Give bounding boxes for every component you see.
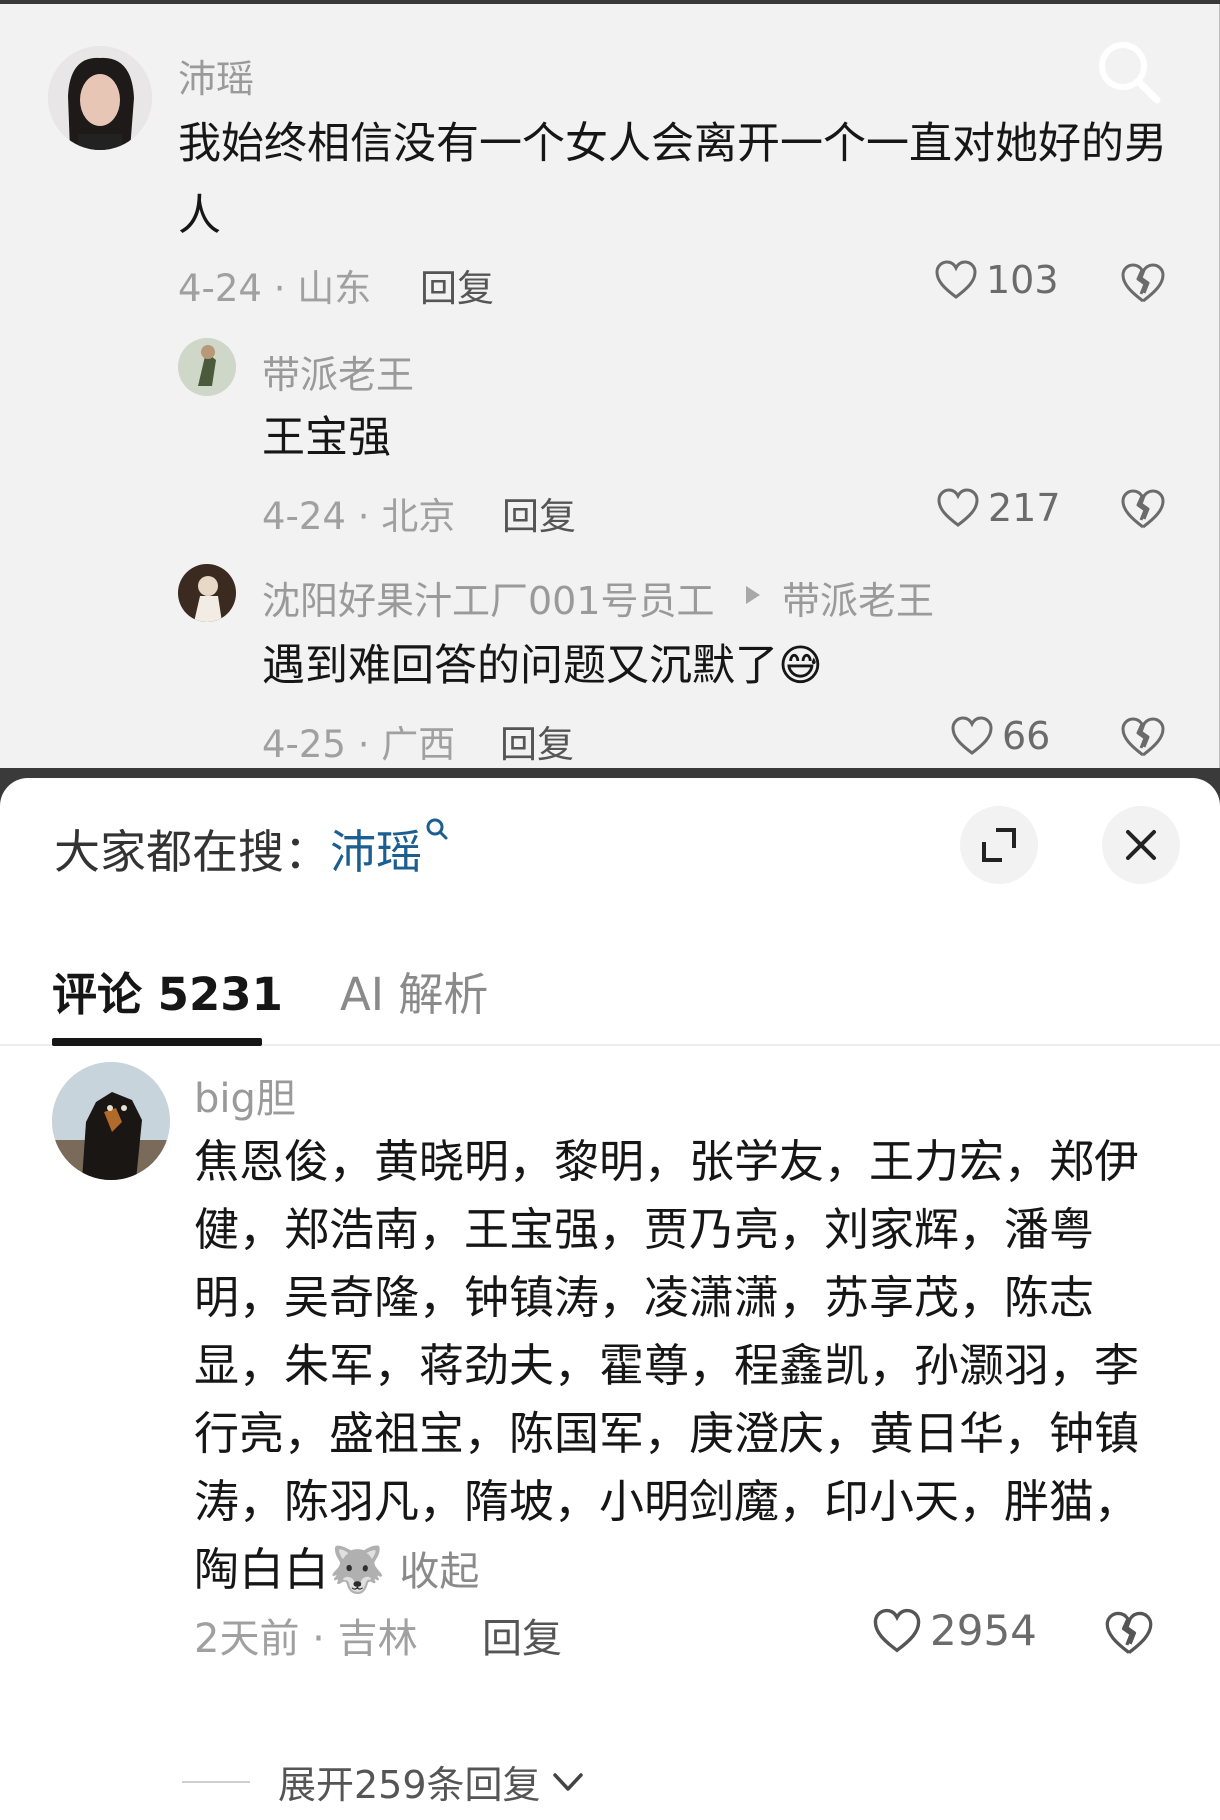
like-count: 66: [1002, 714, 1051, 758]
close-icon: [1126, 830, 1156, 860]
chevron-down-icon: [552, 1772, 583, 1791]
sweat-smile-emoji: 😅: [778, 641, 823, 691]
reply-to-username[interactable]: 带派老王: [782, 570, 934, 625]
dislike-button[interactable]: [1120, 716, 1166, 762]
heart-icon: [935, 260, 977, 299]
reply-arrow-icon: [746, 586, 760, 604]
comment-text: 焦恩俊，黄晓明，黎明，张学友，王力宏，郑伊健，郑浩南，王宝强，贾乃亮，刘家辉，潘…: [194, 1128, 1154, 1606]
tab-ai-analysis[interactable]: AI 解析: [340, 958, 488, 1023]
search-icon[interactable]: [424, 816, 450, 842]
heart-icon: [951, 716, 993, 755]
like-button[interactable]: 2954: [872, 1606, 1037, 1655]
fullscreen-button[interactable]: [960, 806, 1038, 884]
username[interactable]: 沈阳好果汁工厂001号员工: [262, 570, 715, 625]
active-tab-indicator: [52, 1038, 262, 1046]
broken-heart-icon: [1121, 263, 1165, 303]
like-button[interactable]: 103: [934, 258, 1059, 302]
comment-meta: 4-24 · 北京: [262, 495, 456, 538]
reply-button[interactable]: 回复: [502, 486, 576, 540]
search-icon[interactable]: [1095, 38, 1163, 106]
close-button[interactable]: [1102, 806, 1180, 884]
username[interactable]: 沛瑶: [178, 48, 254, 103]
avatar[interactable]: [52, 1062, 170, 1180]
dislike-button[interactable]: [1120, 488, 1166, 534]
comment-text: 遇到难回答的问题又沉默了😅: [262, 630, 823, 702]
comment-text: 王宝强: [262, 413, 391, 463]
reply-button[interactable]: 回复: [482, 1606, 562, 1664]
like-button[interactable]: 66: [950, 714, 1050, 758]
dislike-button[interactable]: [1120, 262, 1166, 308]
dislike-button[interactable]: [1104, 1610, 1154, 1660]
reply-button[interactable]: 回复: [420, 258, 494, 312]
comment-text: 我始终相信没有一个女人会离开一个一直对她好的男人: [178, 119, 1167, 241]
like-count: 2954: [930, 1606, 1037, 1655]
comment-meta: 4-24 · 山东: [178, 267, 372, 310]
wolf-emoji: 🐺: [329, 1543, 386, 1596]
collapse-button[interactable]: 收起: [399, 1549, 479, 1595]
hot-search-label: 大家都在搜：: [54, 825, 330, 879]
expand-icon: [982, 828, 1016, 862]
avatar[interactable]: [178, 338, 236, 396]
broken-heart-icon: [1121, 717, 1165, 757]
comment-meta: 4-25 · 广西: [262, 723, 456, 766]
comment-meta: 2天前 · 吉林: [194, 1616, 418, 1662]
avatar[interactable]: [48, 46, 152, 150]
like-count: 103: [986, 258, 1059, 302]
broken-heart-icon: [1121, 489, 1165, 529]
reply-button[interactable]: 回复: [500, 714, 574, 768]
like-button[interactable]: 217: [936, 486, 1061, 530]
broken-heart-icon: [1105, 1611, 1153, 1654]
avatar[interactable]: [178, 564, 236, 622]
heart-icon: [873, 1608, 921, 1652]
expand-replies-button[interactable]: 展开259条回复: [182, 1754, 585, 1809]
comment-text-body: 遇到难回答的问题又沉默了: [262, 641, 778, 691]
tab-bar: 评论 5231 AI 解析: [0, 928, 1220, 1046]
hot-search-bar: 大家都在搜：沛瑶: [54, 816, 450, 882]
comment-text-body: 焦恩俊，黄晓明，黎明，张学友，王力宏，郑伊健，郑浩南，王宝强，贾乃亮，刘家辉，潘…: [194, 1135, 1140, 1596]
tab-comments[interactable]: 评论 5231: [52, 958, 283, 1023]
hot-search-term[interactable]: 沛瑶: [330, 825, 422, 879]
like-count: 217: [988, 486, 1061, 530]
username[interactable]: big胆: [194, 1066, 296, 1124]
divider-line: [182, 1780, 250, 1783]
expand-replies-label: 展开259条回复: [278, 1763, 541, 1807]
username[interactable]: 带派老王: [262, 344, 414, 399]
comment-sheet: 大家都在搜：沛瑶 评论 5231 AI 解析 big胆 焦恩俊，黄晓明，黎明，张…: [0, 778, 1220, 1820]
heart-icon: [937, 488, 979, 527]
top-comment-panel: 沛瑶 我始终相信没有一个女人会离开一个一直对她好的男人 4-24 · 山东 回复…: [0, 4, 1220, 768]
